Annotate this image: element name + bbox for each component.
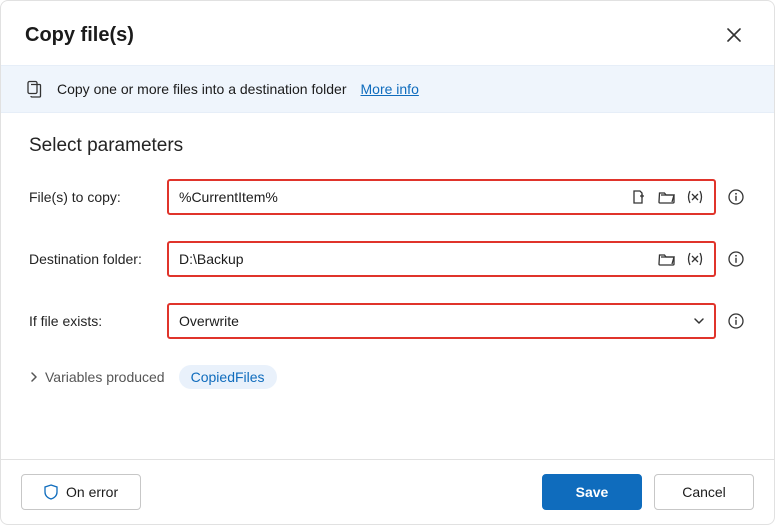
exists-select[interactable]: Overwrite <box>167 303 716 339</box>
close-icon <box>727 28 741 42</box>
row-if-file-exists: If file exists: Overwrite <box>29 303 746 339</box>
file-picker-icon[interactable] <box>628 186 650 208</box>
cancel-button[interactable]: Cancel <box>654 474 754 510</box>
dest-info-icon[interactable] <box>726 249 746 269</box>
dest-label: Destination folder: <box>29 251 157 267</box>
variable-picker-icon[interactable] <box>684 186 706 208</box>
dialog-title: Copy file(s) <box>25 24 718 47</box>
content-area: Select parameters File(s) to copy: %Curr… <box>1 113 774 459</box>
save-button[interactable]: Save <box>542 474 642 510</box>
save-label: Save <box>576 484 609 500</box>
close-button[interactable] <box>718 19 750 51</box>
dest-field[interactable]: D:\Backup <box>167 241 716 277</box>
on-error-button[interactable]: On error <box>21 474 141 510</box>
dialog-footer: On error Save Cancel <box>1 459 774 524</box>
cancel-label: Cancel <box>682 484 726 500</box>
folder-picker-icon[interactable] <box>656 248 678 270</box>
copy-icon <box>25 80 43 98</box>
titlebar: Copy file(s) <box>1 1 774 65</box>
exists-info-icon[interactable] <box>726 311 746 331</box>
exists-value: Overwrite <box>179 313 692 329</box>
chevron-right-icon <box>29 372 39 382</box>
files-label: File(s) to copy: <box>29 189 157 205</box>
exists-label: If file exists: <box>29 313 157 329</box>
folder-picker-icon[interactable] <box>656 186 678 208</box>
more-info-link[interactable]: More info <box>361 81 419 97</box>
files-value: %CurrentItem% <box>179 189 628 205</box>
files-field-icons <box>628 186 706 208</box>
variables-label: Variables produced <box>45 369 165 385</box>
files-field[interactable]: %CurrentItem% <box>167 179 716 215</box>
chevron-down-icon <box>692 314 706 328</box>
info-banner: Copy one or more files into a destinatio… <box>1 65 774 113</box>
banner-text: Copy one or more files into a destinatio… <box>57 81 347 97</box>
dest-field-icons <box>656 248 706 270</box>
on-error-label: On error <box>66 484 118 500</box>
shield-icon <box>44 484 58 500</box>
variable-picker-icon[interactable] <box>684 248 706 270</box>
copy-files-dialog: Copy file(s) Copy one or more files into… <box>0 0 775 525</box>
row-destination-folder: Destination folder: D:\Backup <box>29 241 746 277</box>
variables-produced-row: Variables produced CopiedFiles <box>29 365 746 389</box>
variables-expander[interactable]: Variables produced <box>29 369 165 385</box>
variable-chip[interactable]: CopiedFiles <box>179 365 277 389</box>
files-info-icon[interactable] <box>726 187 746 207</box>
section-heading: Select parameters <box>29 135 746 157</box>
dest-value: D:\Backup <box>179 251 656 267</box>
row-files-to-copy: File(s) to copy: %CurrentItem% <box>29 179 746 215</box>
